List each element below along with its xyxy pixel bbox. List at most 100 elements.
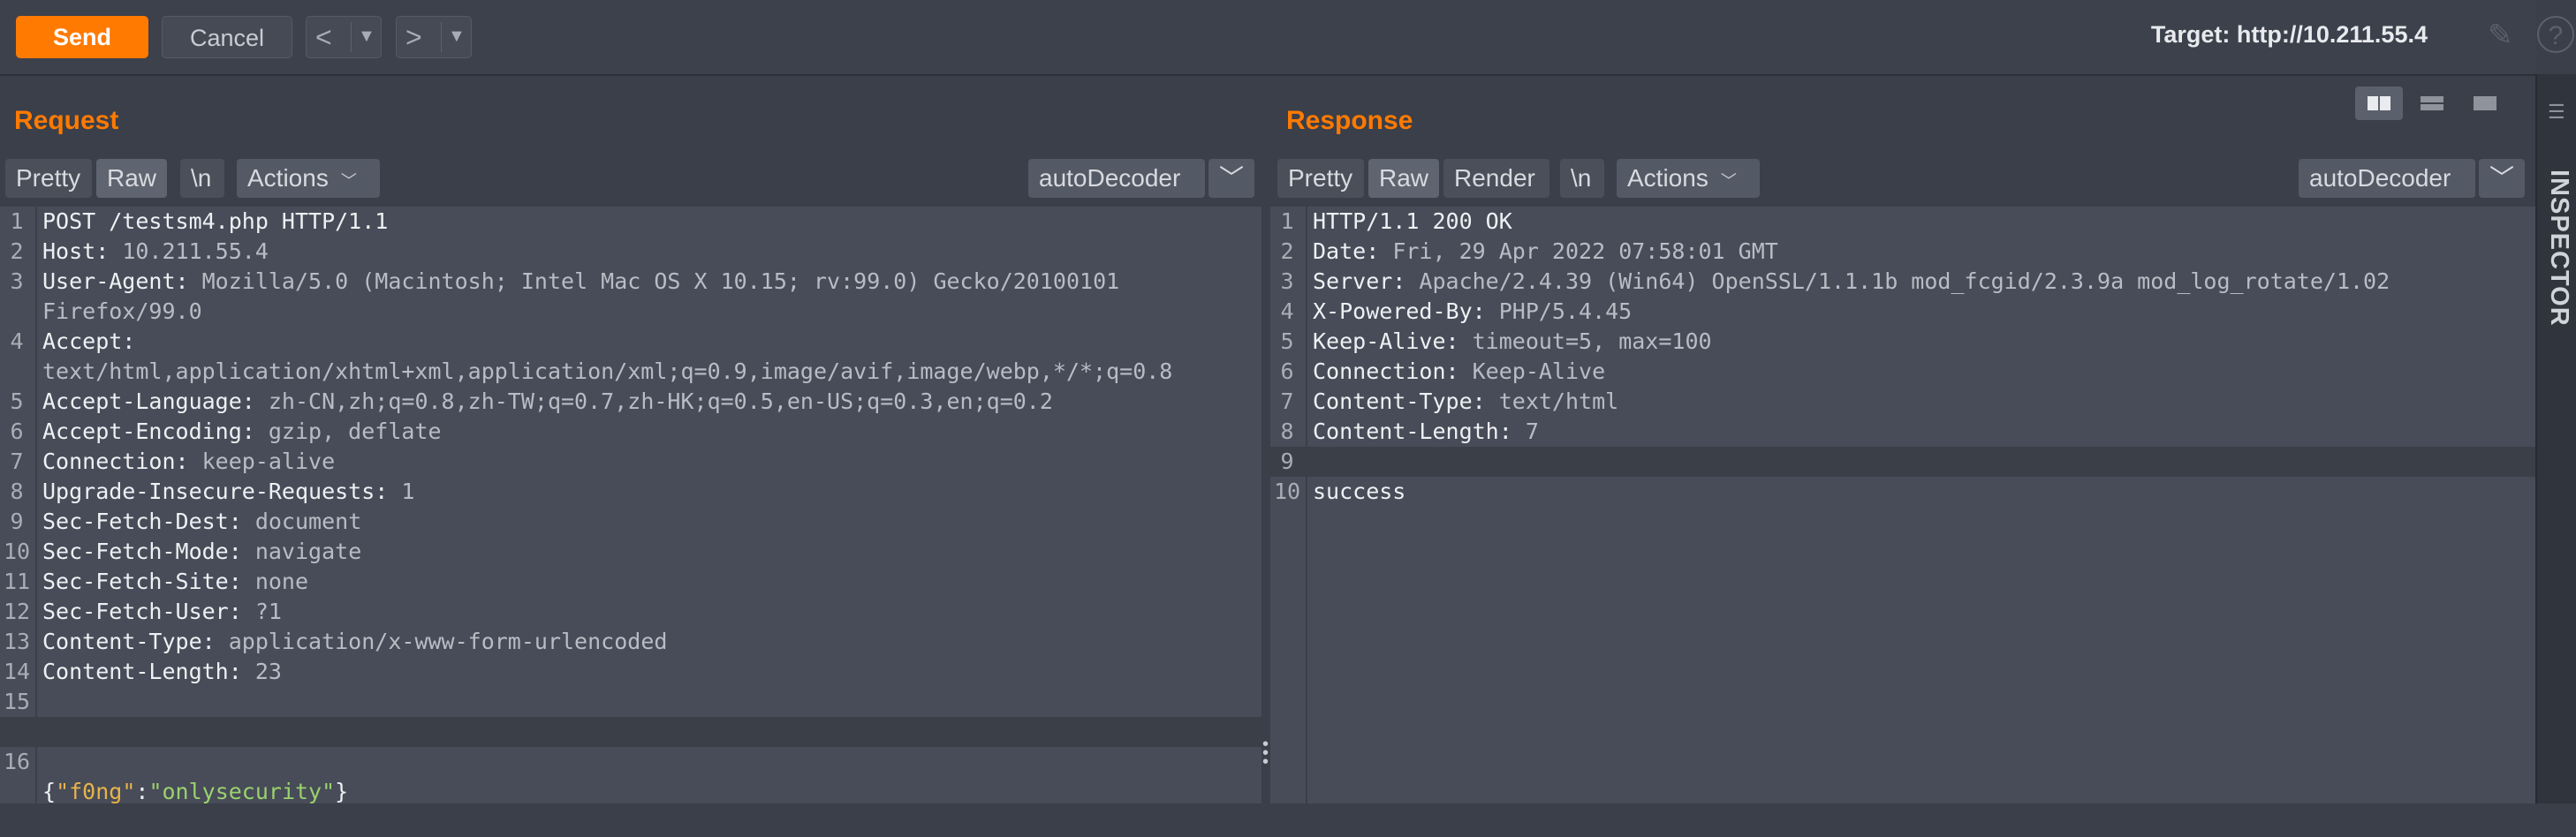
response-tab-render[interactable]: Render [1443, 159, 1549, 198]
editor-line[interactable]: 7 Connection: keep-alive [0, 447, 1261, 477]
editor-line[interactable]: 6 Accept-Encoding: gzip, deflate [0, 417, 1261, 447]
header-value: 7 [1512, 418, 1539, 444]
header-value: navigate [241, 539, 362, 564]
drag-handle-icon[interactable]: • • • [1262, 735, 1269, 771]
top-toolbar: Send Cancel < ▼ > ▼ Target: http://10.21… [0, 0, 2574, 76]
header-name: Content-Length: [42, 659, 242, 684]
line-number: 2 [1280, 238, 1294, 264]
chevron-right-icon: > [405, 21, 422, 53]
history-dropdown-icon[interactable]: ▼ [448, 26, 466, 47]
line-number: 3 [10, 268, 24, 294]
editor-line[interactable]: 7 Content-Type: text/html [1270, 387, 2535, 417]
pane-splitter[interactable]: • • • [1261, 207, 1270, 803]
editor-line[interactable]: 4 X-Powered-By: PHP/5.4.45 [1270, 297, 2535, 327]
columns-icon [2368, 96, 2390, 110]
history-dropdown-icon[interactable]: ▼ [358, 26, 375, 47]
editor-line[interactable]: 14 Content-Length: 23 [0, 657, 1261, 687]
line-number: 10 [3, 539, 31, 564]
request-decoder-chevron-icon[interactable]: ﹀ [1208, 159, 1254, 198]
header-name: Host: [42, 238, 110, 264]
inspector-sidebar[interactable]: ☰ INSPECTOR [2535, 74, 2576, 803]
request-decoder-select[interactable]: autoDecoder [1028, 159, 1205, 198]
response-actions-dropdown[interactable]: Actions ﹀ [1617, 159, 1760, 198]
editor-line[interactable]: 5 Accept-Language: zh-CN,zh;q=0.8,zh-TW;q… [0, 387, 1261, 417]
response-tab-pretty[interactable]: Pretty [1277, 159, 1364, 198]
menu-lines-icon[interactable]: ☰ [2548, 101, 2565, 124]
line-number: 2 [10, 238, 24, 264]
header-value: Fri, 29 Apr 2022 07:58:01 GMT [1379, 238, 1778, 264]
response-editor[interactable]: 1 HTTP/1.1 200 OK 2 Date: Fri, 29 Apr 2022 … [1270, 207, 2535, 803]
header-name: Content-Type: [1313, 388, 1486, 414]
line-number: 7 [10, 449, 24, 474]
response-decoder-chevron-icon[interactable]: ﹀ [2479, 159, 2525, 198]
header-name: success [1313, 479, 1406, 504]
editor-line[interactable]: 5 Keep-Alive: timeout=5, max=100 [1270, 327, 2535, 357]
header-name: Connection: [42, 449, 189, 474]
header-value: keep-alive [188, 449, 336, 474]
header-name: Accept-Encoding: [42, 418, 255, 444]
editor-line[interactable]: 2 Date: Fri, 29 Apr 2022 07:58:01 GMT [1270, 237, 2535, 267]
request-actions-dropdown[interactable]: Actions ﹀ [237, 159, 380, 198]
editor-line[interactable]: 15 [0, 687, 1261, 717]
cancel-button[interactable]: Cancel [162, 16, 292, 58]
response-tab-raw[interactable]: Raw [1368, 159, 1439, 198]
response-tab-newline[interactable]: \n [1560, 159, 1604, 198]
editor-line[interactable]: 3 User-Agent: Mozilla/5.0 (Macintosh; Int… [0, 267, 1261, 297]
editor-line[interactable]: 8 Content-Length: 7 [1270, 417, 2535, 447]
request-tab-raw[interactable]: Raw [96, 159, 167, 198]
header-name: Date: [1313, 238, 1380, 264]
target-label[interactable]: Target: http://10.211.55.4 [2151, 21, 2428, 49]
header-name: Keep-Alive: [1313, 328, 1459, 354]
editor-line[interactable]: 10 success [1270, 477, 2535, 507]
header-name: User-Agent: [42, 268, 189, 294]
header-name: Sec-Fetch-Dest: [42, 509, 242, 534]
header-name: Content-Length: [1313, 418, 1512, 444]
line-number: 1 [1280, 208, 1294, 234]
editor-line[interactable]: 13 Content-Type: application/x-www-form-u… [0, 627, 1261, 657]
editor-line[interactable]: 12 Sec-Fetch-User: ?1 [0, 597, 1261, 627]
inspector-label[interactable]: INSPECTOR [2544, 170, 2573, 327]
header-value: application/x-www-form-urlencoded [215, 629, 668, 654]
line-number: 4 [1280, 298, 1294, 324]
header-name: HTTP/1.1 200 OK [1313, 208, 1512, 234]
layout-side-by-side-button[interactable] [2355, 87, 2403, 120]
header-name: Upgrade-Insecure-Requests: [42, 479, 389, 504]
line-number: 13 [3, 629, 31, 654]
response-decoder-select[interactable]: autoDecoder [2299, 159, 2475, 198]
editor-line[interactable]: 8 Upgrade-Insecure-Requests: 1 [0, 477, 1261, 507]
back-button[interactable]: < ▼ [306, 16, 382, 58]
editor-line[interactable]: Firefox/99.0 [0, 297, 1261, 327]
editor-line[interactable]: 10 Sec-Fetch-Mode: navigate [0, 537, 1261, 567]
editor-line[interactable]: 1 HTTP/1.1 200 OK [1270, 207, 2535, 237]
layout-stacked-button[interactable] [2408, 87, 2456, 120]
request-tab-newline[interactable]: \n [180, 159, 224, 198]
editor-line[interactable]: 11 Sec-Fetch-Site: none [0, 567, 1261, 597]
header-name: X-Powered-By: [1313, 298, 1486, 324]
editor-line[interactable]: 1 POST /testsm4.php HTTP/1.1 [0, 207, 1261, 237]
header-value: PHP/5.4.45 [1485, 298, 1633, 324]
editor-line[interactable]: 4 Accept: [0, 327, 1261, 357]
header-value: gzip, deflate [254, 418, 442, 444]
actions-label: Actions [247, 164, 329, 192]
header-name: Connection: [1313, 358, 1459, 384]
header-name: Server: [1313, 268, 1406, 294]
editor-line[interactable]: 9 Sec-Fetch-Dest: document [0, 507, 1261, 537]
request-tab-pretty[interactable]: Pretty [5, 159, 92, 198]
line-number: 8 [10, 479, 24, 504]
header-value: none [241, 569, 309, 594]
request-editor[interactable]: 1 POST /testsm4.php HTTP/1.1 2 Host: 10.211… [0, 207, 1261, 804]
editor-line[interactable]: text/html,application/xhtml+xml,applicat… [0, 357, 1261, 387]
request-body-line[interactable]: 16 {"f0ng":"onlysecurity"} [0, 717, 1261, 804]
send-button[interactable]: Send [16, 16, 148, 58]
chevron-down-icon: ﹀ [340, 172, 357, 190]
edit-target-icon[interactable]: ✎ [2488, 18, 2513, 53]
header-name: Accept: [42, 328, 136, 354]
help-icon[interactable]: ? [2537, 16, 2574, 53]
editor-line[interactable]: 6 Connection: Keep-Alive [1270, 357, 2535, 387]
layout-tabs-button[interactable] [2461, 87, 2509, 120]
editor-line[interactable]: 2 Host: 10.211.55.4 [0, 237, 1261, 267]
forward-button[interactable]: > ▼ [396, 16, 472, 58]
editor-line[interactable]: 9 [1270, 447, 2535, 477]
line-number: 3 [1280, 268, 1294, 294]
editor-line[interactable]: 3 Server: Apache/2.4.39 (Win64) OpenSSL/1… [1270, 267, 2535, 297]
